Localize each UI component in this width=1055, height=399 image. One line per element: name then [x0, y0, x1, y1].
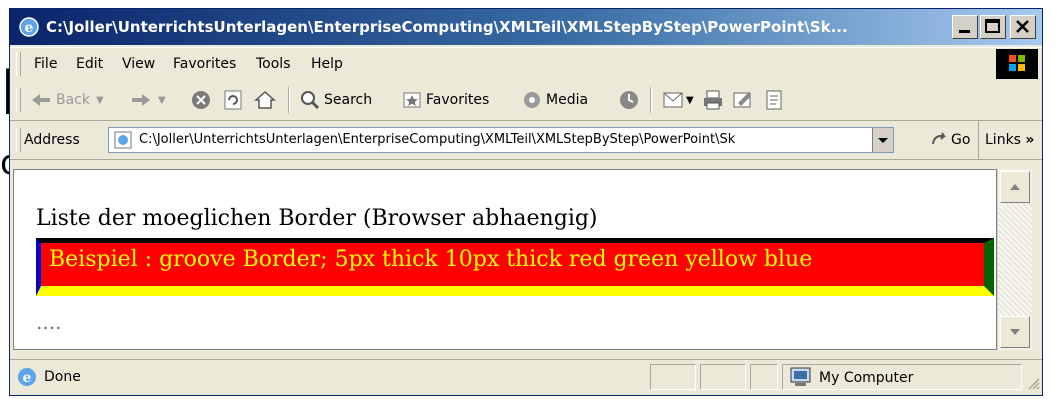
- forward-button[interactable]: ▼: [130, 80, 166, 120]
- go-button[interactable]: Go: [930, 121, 970, 159]
- page-heading: Liste der moeglichen Border (Browser abh…: [36, 206, 598, 231]
- zone-label: My Computer: [819, 370, 914, 386]
- back-button[interactable]: Back ▼: [30, 80, 104, 120]
- toolbar-grip[interactable]: [16, 128, 21, 152]
- toolbar-grip[interactable]: [16, 88, 21, 112]
- media-button[interactable]: Media: [522, 80, 588, 120]
- search-icon: [301, 91, 320, 110]
- menu-help[interactable]: Help: [311, 48, 343, 80]
- status-pane: [650, 364, 696, 390]
- window-title: C:\Joller\UnterrichtsUnterlagen\Enterpri…: [46, 18, 848, 36]
- chevron-down-icon: [1010, 329, 1020, 335]
- example-text: Beispiel : groove Border; 5px thick 10px…: [49, 247, 813, 272]
- windows-logo-icon: [996, 49, 1038, 79]
- go-arrow-icon: [932, 132, 947, 145]
- page-icon: [114, 131, 132, 149]
- media-label: Media: [546, 92, 589, 108]
- menu-tools[interactable]: Tools: [256, 48, 291, 80]
- status-text: Done: [44, 369, 81, 385]
- address-label: Address: [24, 132, 80, 148]
- close-icon: [1016, 20, 1029, 33]
- search-button[interactable]: Search: [300, 80, 372, 120]
- vertical-scrollbar[interactable]: [997, 169, 1032, 350]
- favorites-button[interactable]: Favorites: [402, 80, 489, 120]
- internet-explorer-icon: e: [18, 368, 36, 386]
- stop-icon: [192, 91, 210, 109]
- zone-pane: My Computer: [782, 364, 1022, 390]
- forward-arrow-icon: [132, 94, 150, 106]
- toolbar-separator: [650, 87, 652, 113]
- ellipsis-text: ....: [36, 310, 62, 334]
- maximize-icon: [985, 19, 1000, 33]
- address-bar: Address C:\Joller\UnterrichtsUnterlagen\…: [10, 121, 1042, 160]
- favorites-icon: [403, 92, 421, 108]
- dropdown-arrow-icon: ▼: [96, 94, 104, 106]
- chevron-right-icon: »: [1025, 132, 1035, 148]
- media-icon: [524, 92, 540, 108]
- page-content: Liste der moeglichen Border (Browser abh…: [13, 169, 997, 350]
- discuss-button[interactable]: [764, 80, 784, 120]
- resize-grip-icon[interactable]: [1026, 376, 1040, 390]
- menu-bar: File Edit View Favorites Tools Help: [10, 47, 1042, 81]
- title-bar[interactable]: e C:\Joller\UnterrichtsUnterlagen\Enterp…: [10, 9, 1042, 45]
- computer-icon: [790, 367, 811, 386]
- status-bar: e Done My Computer: [10, 359, 1042, 394]
- scroll-down-button[interactable]: [1000, 316, 1030, 348]
- history-icon: [620, 91, 638, 109]
- status-pane: [750, 364, 778, 390]
- back-label: Back: [56, 92, 90, 108]
- internet-explorer-icon: e: [19, 17, 39, 37]
- maximize-button[interactable]: [980, 15, 1006, 39]
- scroll-up-button[interactable]: [1000, 171, 1030, 203]
- discuss-icon: [766, 90, 782, 110]
- links-button[interactable]: Links »: [978, 121, 1045, 159]
- search-label: Search: [324, 92, 373, 108]
- refresh-icon: [224, 90, 242, 110]
- favorites-label: Favorites: [426, 92, 490, 108]
- menu-edit[interactable]: Edit: [76, 48, 103, 80]
- groove-border-example: Beispiel : groove Border; 5px thick 10px…: [36, 238, 994, 296]
- links-label: Links: [985, 132, 1021, 148]
- address-dropdown-button[interactable]: [872, 128, 893, 152]
- scrollbar-track[interactable]: [998, 203, 1032, 316]
- mail-button[interactable]: ▼: [662, 80, 694, 120]
- address-value: C:\Joller\UnterrichtsUnterlagen\Enterpri…: [139, 132, 736, 147]
- svg-text:e: e: [25, 20, 34, 36]
- go-label: Go: [951, 132, 971, 148]
- edit-button[interactable]: [732, 80, 754, 120]
- stop-button[interactable]: [190, 80, 212, 120]
- menu-view[interactable]: View: [122, 48, 155, 80]
- address-input[interactable]: C:\Joller\UnterrichtsUnterlagen\Enterpri…: [108, 127, 894, 153]
- browser-window: e C:\Joller\UnterrichtsUnterlagen\Enterp…: [9, 8, 1043, 396]
- dropdown-arrow-icon: ▼: [158, 94, 166, 106]
- status-pane: [700, 364, 746, 390]
- toolbar-separator: [288, 87, 290, 113]
- chevron-up-icon: [1010, 184, 1020, 190]
- history-button[interactable]: [618, 80, 640, 120]
- menu-file[interactable]: File: [34, 48, 57, 80]
- chevron-down-icon: [878, 138, 888, 143]
- close-button[interactable]: [1010, 15, 1036, 39]
- home-button[interactable]: [254, 80, 276, 120]
- print-icon: [704, 90, 722, 110]
- menu-favorites[interactable]: Favorites: [173, 48, 236, 80]
- toolbar-grip[interactable]: [16, 52, 21, 76]
- standard-toolbar: Back ▼ ▼ Search Favorites Media ▼: [10, 80, 1042, 121]
- minimize-button[interactable]: [952, 15, 978, 39]
- minimize-icon: [959, 30, 970, 33]
- svg-text:e: e: [23, 370, 32, 386]
- print-button[interactable]: [702, 80, 724, 120]
- home-icon: [254, 90, 276, 109]
- mail-icon: [663, 92, 683, 108]
- back-arrow-icon: [32, 94, 50, 106]
- dropdown-arrow-icon: ▼: [686, 94, 694, 106]
- refresh-button[interactable]: [222, 80, 244, 120]
- edit-icon: [733, 92, 751, 108]
